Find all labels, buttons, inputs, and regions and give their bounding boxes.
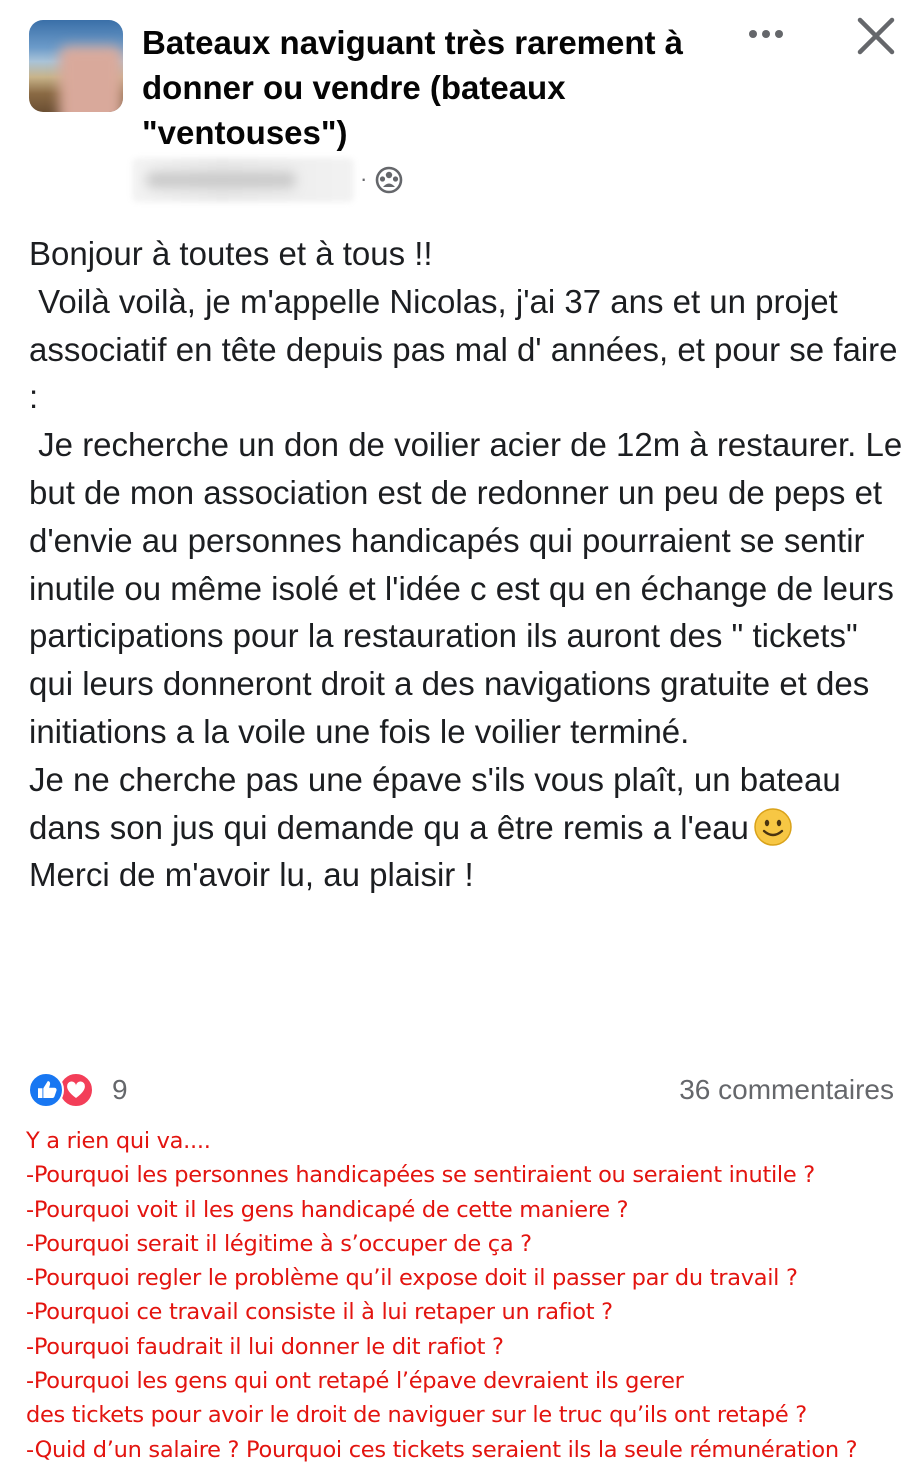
comments-count-link[interactable]: 36 commentaires (679, 1074, 894, 1106)
post-header: Bateaux naviguant très rarement à donner… (0, 0, 922, 210)
post-paragraph: Merci de m'avoir lu, au plaisir ! (29, 856, 474, 894)
post-paragraph: Je ne cherche pas une épave s'ils vous p… (29, 760, 850, 846)
smiley-emoji-icon (754, 807, 792, 846)
author-row: · (132, 158, 432, 202)
annotation-line: Y a rien qui va.... (26, 1128, 211, 1154)
like-icon[interactable] (28, 1072, 64, 1108)
annotation-line: -Pourquoi voit il les gens handicapé de … (26, 1196, 629, 1223)
annotation-line: -Pourquoi regler le problème qu’il expos… (26, 1265, 798, 1292)
author-name-blurred[interactable] (132, 158, 354, 202)
group-title[interactable]: Bateaux naviguant très rarement à donner… (142, 20, 712, 155)
more-options-button[interactable] (744, 14, 790, 54)
annotation-line: -Quid d’un salaire ? Pourquoi ces ticket… (26, 1436, 858, 1463)
author-avatar-blurred (59, 46, 123, 112)
annotation-line: -Pourquoi les personnes handicapées se s… (26, 1162, 815, 1189)
more-icon (749, 30, 783, 38)
reactions-row: 9 36 commentaires (28, 1070, 894, 1112)
post-paragraph-with-emoji: Je ne cherche pas une épave s'ils vous p… (29, 756, 909, 852)
red-annotation-text: Y a rien qui va.... -Pourquoi les person… (26, 1124, 916, 1467)
annotation-line: -Pourquoi les gens qui ont retapé l’épav… (26, 1368, 684, 1395)
post-paragraph: Je recherche un don de voilier acier de … (29, 426, 912, 750)
annotation-line: des tickets pour avoir le droit de navig… (26, 1402, 807, 1429)
annotation-line: -Pourquoi faudrait il lui donner le dit … (26, 1333, 504, 1360)
reaction-count[interactable]: 9 (112, 1074, 128, 1106)
group-avatar[interactable] (29, 20, 123, 112)
meta-separator: · (360, 166, 368, 191)
group-icon (375, 166, 403, 194)
close-icon[interactable] (854, 14, 898, 58)
post-text: Bonjour à toutes et à tous !! Voilà voil… (29, 230, 909, 899)
annotation-line: -Pourquoi ce travail consiste il à lui r… (26, 1299, 613, 1326)
annotation-line: -Pourquoi serait il légitime à s’occuper… (26, 1230, 532, 1257)
post-paragraph: Voilà voilà, je m'appelle Nicolas, j'ai … (29, 282, 907, 416)
post-paragraph: Bonjour à toutes et à tous !! (29, 235, 433, 272)
